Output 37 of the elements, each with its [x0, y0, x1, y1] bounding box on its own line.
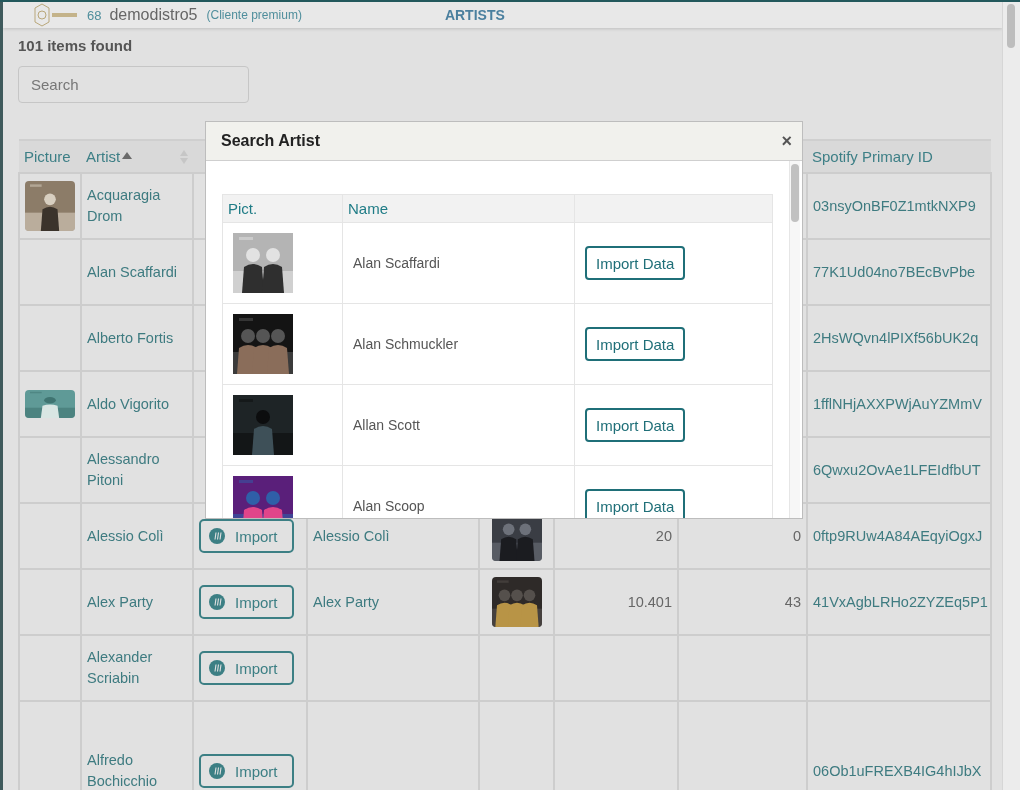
- import-data-button[interactable]: Import Data: [585, 327, 686, 361]
- column-header[interactable]: Artist: [86, 148, 121, 165]
- sort-ascending-icon[interactable]: [122, 151, 133, 159]
- search-field[interactable]: Search: [18, 66, 249, 103]
- striped-circle-icon: [209, 594, 225, 610]
- import-button[interactable]: Import: [199, 519, 294, 553]
- result-count: 101 items found: [18, 37, 134, 54]
- scrollbar[interactable]: [789, 161, 800, 518]
- artist-name: Allan Scott: [353, 417, 420, 433]
- artist-name: Alan Scaffardi: [353, 255, 440, 271]
- column-header[interactable]: Picture: [24, 148, 71, 165]
- import-button[interactable]: Import: [199, 651, 294, 685]
- scrollbar[interactable]: [1002, 2, 1020, 790]
- import-button[interactable]: Import: [199, 585, 294, 619]
- close-button[interactable]: ×: [779, 130, 794, 152]
- username: demodistro5: [109, 6, 198, 24]
- dialog-title: Search Artist: [221, 132, 320, 150]
- table-cell-text: 10.401: [626, 592, 672, 612]
- import-data-button[interactable]: Import Data: [585, 489, 686, 518]
- column-header[interactable]: Pict.: [228, 199, 258, 217]
- page-title: ARTISTS: [444, 7, 505, 23]
- import-data-button[interactable]: Import Data: [585, 408, 686, 442]
- plan-label: (Cliente premium): [206, 8, 302, 22]
- column-header[interactable]: Spotify Primary ID: [812, 148, 933, 165]
- table-cell-text: 43: [783, 592, 801, 612]
- striped-circle-icon: [209, 763, 225, 779]
- logo-icon: [33, 3, 79, 27]
- import-data-button[interactable]: Import Data: [585, 246, 686, 280]
- count-label: 68: [87, 7, 102, 23]
- striped-circle-icon: [209, 528, 225, 544]
- table-cell-text: 20: [654, 526, 672, 546]
- artist-name: Alan Scoop: [353, 498, 425, 514]
- striped-circle-icon: [209, 660, 225, 676]
- artist-name: Alan Schmuckler: [353, 336, 459, 352]
- table-cell-text: 0: [791, 526, 801, 546]
- import-button[interactable]: Import: [199, 754, 294, 788]
- column-header[interactable]: Name: [348, 199, 388, 217]
